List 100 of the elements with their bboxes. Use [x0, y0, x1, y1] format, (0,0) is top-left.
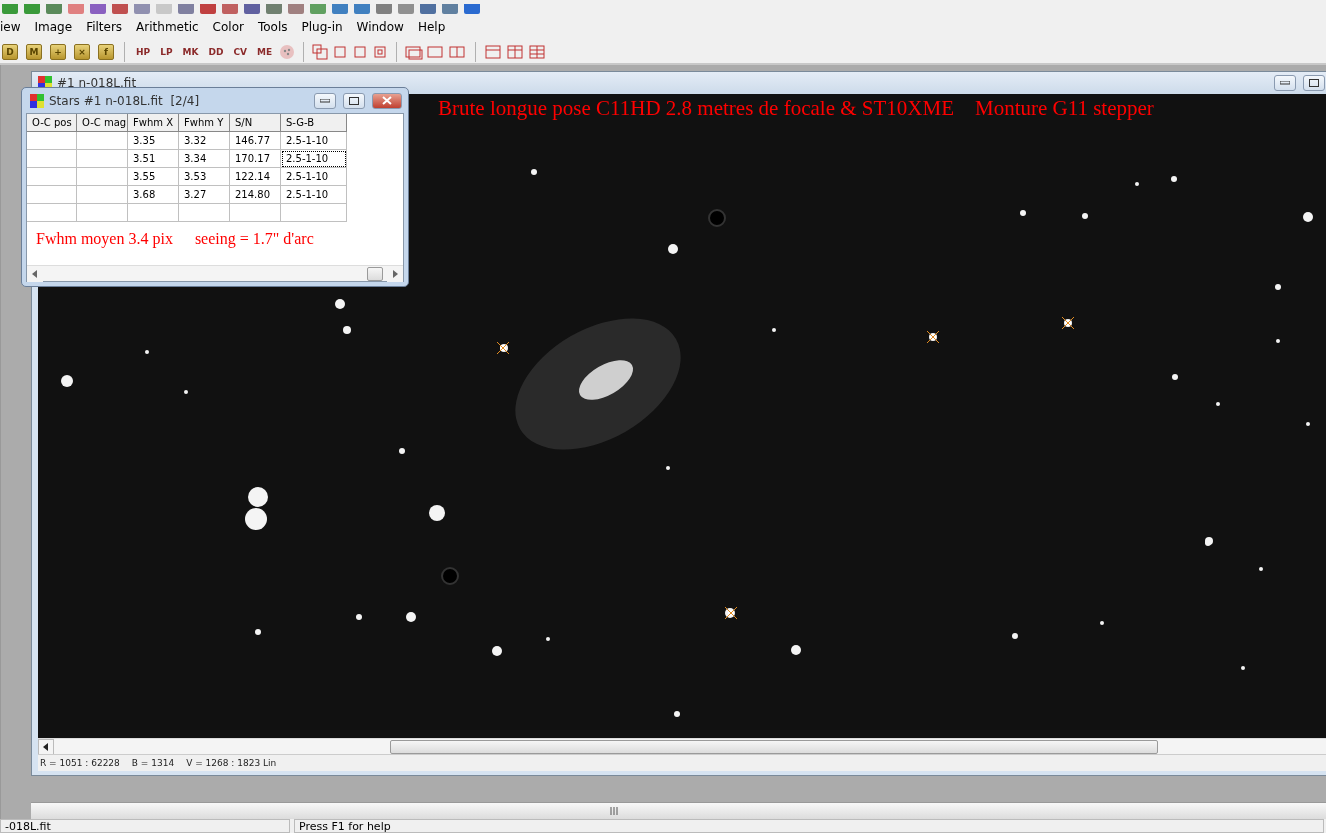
status-pane: Press F1 for help — [294, 819, 1324, 833]
table-cell[interactable]: 2.5-1-10 — [281, 168, 347, 186]
column-header[interactable]: S/N — [230, 114, 281, 132]
menu-item[interactable]: Arithmetic — [129, 20, 206, 34]
table-cell: 3.35 — [128, 132, 179, 150]
toolbar-icon[interactable] — [2, 4, 18, 14]
pixel-readout: R = 1051 : 62228 — [40, 758, 120, 768]
table-cell — [77, 186, 128, 204]
window-title: #1 n-018L.fit — [57, 76, 137, 90]
toolbar-icon[interactable] — [244, 4, 260, 14]
table-cell: 214.80 — [230, 186, 281, 204]
restore-button[interactable] — [343, 92, 365, 109]
menu-item[interactable]: Color — [205, 20, 251, 34]
frame-icon[interactable] — [352, 43, 369, 60]
column-header[interactable]: Fwhm X — [128, 114, 179, 132]
column-header[interactable]: Fwhm Y — [179, 114, 230, 132]
table-cell — [281, 204, 347, 222]
minimize-button[interactable] — [1274, 75, 1296, 91]
toolbar-icon[interactable] — [354, 4, 370, 14]
pixel-readout: B = 1314 — [131, 758, 175, 768]
toolbar-icon[interactable] — [200, 4, 216, 14]
frame-icon[interactable] — [372, 43, 389, 60]
table-cell: 122.14 — [230, 168, 281, 186]
maximize-icon — [1309, 79, 1319, 87]
column-header[interactable]: S-G-B — [281, 114, 347, 132]
menu-item[interactable]: Image — [27, 20, 80, 34]
toolbar-button[interactable]: × — [74, 43, 90, 60]
table-cell: 3.51 — [128, 150, 179, 168]
fwhm-note: Fwhm moyen 3.4 pix — [36, 230, 173, 250]
table-cell — [27, 204, 77, 222]
table-cell: 3.55 — [128, 168, 179, 186]
toolbar-icon[interactable] — [24, 4, 40, 14]
toolbar-icon[interactable] — [90, 4, 106, 14]
minimize-icon — [1280, 81, 1290, 85]
table-cell — [128, 204, 179, 222]
image-caption: Brute longue pose C11HD 2.8 metres de focale & ST10XME Monture G11 stepper — [438, 96, 1154, 121]
toolbar-icon[interactable] — [288, 4, 304, 14]
table-cell — [230, 204, 281, 222]
frame-icon[interactable] — [312, 43, 329, 60]
table-cell: 3.53 — [179, 168, 230, 186]
close-button[interactable] — [372, 92, 402, 109]
grid-icon[interactable] — [484, 43, 503, 60]
grid-icon[interactable] — [506, 43, 525, 60]
toolbar-icon[interactable] — [376, 4, 392, 14]
window-icon[interactable] — [449, 43, 468, 60]
toolbar-icon[interactable] — [332, 4, 348, 14]
menu-item[interactable]: Plug-in — [294, 20, 350, 34]
table-cell: 146.77 — [230, 132, 281, 150]
menu-item[interactable]: Help — [410, 20, 453, 34]
toolbar-icon[interactable] — [398, 4, 414, 14]
toolbar-icon[interactable] — [112, 4, 128, 14]
toolbar-icon[interactable] — [310, 4, 326, 14]
toolbar-icon[interactable] — [464, 4, 480, 14]
table-cell: 170.17 — [230, 150, 281, 168]
toolbar-icon[interactable] — [222, 4, 238, 14]
grip-icon[interactable] — [609, 807, 618, 815]
minimize-button[interactable] — [314, 92, 336, 109]
dots-circle-icon[interactable] — [279, 43, 296, 60]
scrollbar[interactable] — [31, 802, 1326, 819]
toolbar-icon[interactable] — [266, 4, 282, 14]
table-cell — [77, 132, 128, 150]
table-cell: 3.34 — [179, 150, 230, 168]
restore-icon — [349, 96, 359, 105]
toolbar-button[interactable]: M — [26, 43, 42, 60]
column-header[interactable]: O-C pos — [27, 114, 77, 132]
toolbar-icon[interactable] — [68, 4, 84, 14]
table-cell: 3.68 — [128, 186, 179, 204]
table-cell[interactable]: 2.5-1-10 — [281, 132, 347, 150]
column-header[interactable]: O-C mag — [77, 114, 128, 132]
menu-item[interactable]: Window — [349, 20, 411, 34]
toolbar-icon[interactable] — [420, 4, 436, 14]
toolbar-icon[interactable] — [442, 4, 458, 14]
toolbar-button[interactable]: D — [2, 43, 18, 60]
table-cell: 3.32 — [179, 132, 230, 150]
toolbar-icon[interactable] — [134, 4, 150, 14]
fwhm-note: seeing = 1.7" d'arc — [194, 230, 314, 250]
toolbar-icon[interactable] — [178, 4, 194, 14]
scroll-thumb[interactable] — [367, 266, 383, 281]
table-cell[interactable]: 2.5-1-10 — [281, 150, 347, 168]
toolbar-icon[interactable] — [46, 4, 62, 14]
menu-item[interactable]: Tools — [250, 20, 295, 34]
menu-item[interactable]: iew — [0, 20, 28, 34]
grid-icon[interactable] — [528, 43, 547, 60]
table-cell — [77, 204, 128, 222]
toolbar-button[interactable]: + — [50, 43, 66, 60]
toolbar-button[interactable]: f — [98, 43, 114, 60]
maximize-button[interactable] — [1303, 75, 1325, 91]
table-cell — [27, 186, 77, 204]
menu-item[interactable]: Filters — [79, 20, 130, 34]
image-icon — [30, 93, 44, 108]
window-icon[interactable] — [427, 43, 446, 60]
table-cell — [27, 132, 77, 150]
frame-icon[interactable] — [332, 43, 349, 60]
scroll-thumb[interactable] — [390, 739, 1158, 754]
close-icon — [382, 96, 392, 105]
table-cell — [179, 204, 230, 222]
minimize-icon — [320, 98, 330, 103]
dialog-title: Stars #1 n-018L.fit [2/4] — [49, 93, 200, 108]
window-icon[interactable] — [405, 43, 424, 60]
table-cell[interactable]: 2.5-1-10 — [281, 186, 347, 204]
